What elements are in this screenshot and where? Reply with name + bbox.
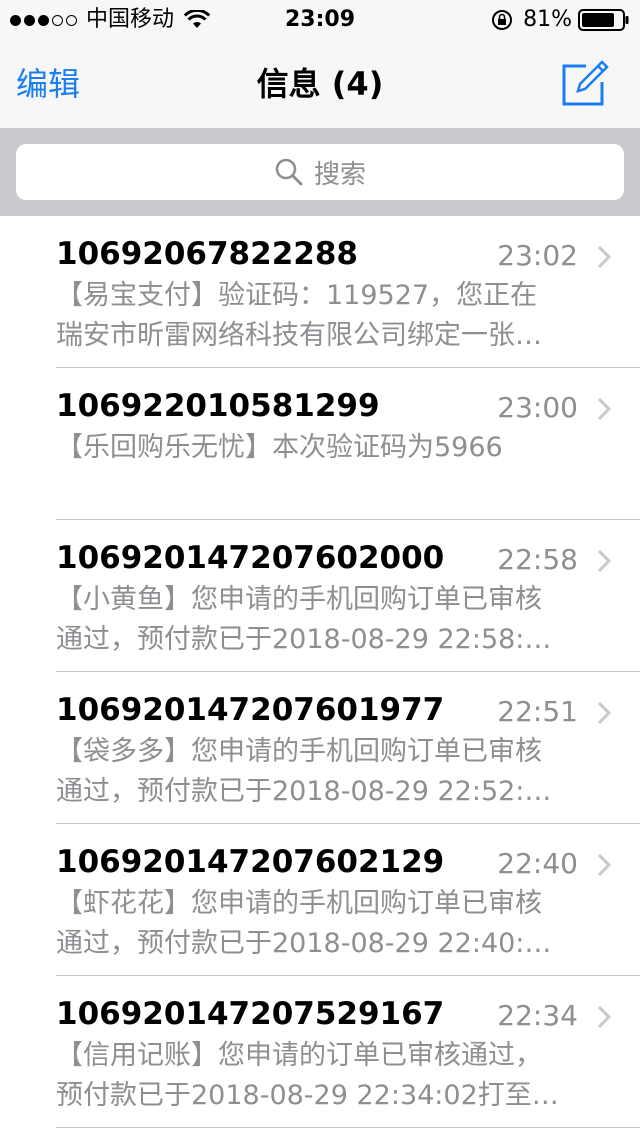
message-preview-line: 通过，预付款已于2018-08-29 22:58:… <box>56 624 552 655</box>
message-preview: 【信用记账】您申请的订单已审核通过， 预付款已于2018-08-29 22:34… <box>56 1036 608 1116</box>
message-preview: 【虾花花】您申请的手机回购订单已审核 通过，预付款已于2018-08-29 22… <box>56 884 608 964</box>
row-separator <box>56 1127 640 1128</box>
page-title: 信息 (4) <box>256 65 384 103</box>
chevron-right-icon <box>597 853 612 877</box>
message-time: 22:51 <box>497 695 578 728</box>
message-preview-line: 【袋多多】您申请的手机回购订单已审核 <box>56 736 542 767</box>
message-sender: 106920147207601977 <box>56 692 445 728</box>
message-preview-line: 【虾花花】您申请的手机回购订单已审核 <box>56 888 542 919</box>
status-bar: 中国移动 23:09 81% <box>0 0 640 40</box>
message-preview-line: 通过，预付款已于2018-08-29 22:40:… <box>56 928 552 959</box>
search-icon <box>275 158 303 186</box>
chevron-right-icon <box>597 397 612 421</box>
message-time: 23:00 <box>497 391 578 424</box>
message-preview-line: 【易宝支付】验证码：119527，您正在 <box>56 280 538 311</box>
message-preview-line: 预付款已于2018-08-29 22:34:02打至… <box>56 1080 559 1111</box>
search-area: 搜索 <box>0 128 640 216</box>
nav-bar: 编辑 信息 (4) <box>0 40 640 128</box>
message-sender: 10692067822288 <box>56 236 358 272</box>
status-right: 81% <box>491 6 630 34</box>
search-input[interactable]: 搜索 <box>16 144 624 200</box>
message-row[interactable]: 106920147207602129 22:40 【虾花花】您申请的手机回购订单… <box>0 824 640 976</box>
message-row[interactable]: 10692067822288 23:02 【易宝支付】验证码：119527，您正… <box>0 216 640 368</box>
message-preview-line: 【乐回购乐无忧】本次验证码为5966 <box>56 432 503 463</box>
message-sender: 106920147207602129 <box>56 844 445 880</box>
message-preview-line: 【信用记账】您申请的订单已审核通过， <box>56 1040 542 1071</box>
search-placeholder: 搜索 <box>313 159 366 190</box>
messages-screen: 中国移动 23:09 81% 编辑 信息 (4) 搜索 106920678222… <box>0 0 640 1136</box>
message-preview: 【易宝支付】验证码：119527，您正在 瑞安市昕雷网络科技有限公司绑定一张… <box>56 276 608 356</box>
message-time: 23:02 <box>497 239 578 272</box>
message-row[interactable]: 106920147207529167 22:34 【信用记账】您申请的订单已审核… <box>0 976 640 1128</box>
message-preview: 【袋多多】您申请的手机回购订单已审核 通过，预付款已于2018-08-29 22… <box>56 732 608 812</box>
message-sender: 106920147207602000 <box>56 540 445 576</box>
message-preview: 【小黄鱼】您申请的手机回购订单已审核 通过，预付款已于2018-08-29 22… <box>56 580 608 660</box>
compose-icon[interactable] <box>560 58 610 108</box>
chevron-right-icon <box>597 245 612 269</box>
message-row[interactable]: 106920147207601977 22:51 【袋多多】您申请的手机回购订单… <box>0 672 640 824</box>
message-preview: 【乐回购乐无忧】本次验证码为5966 <box>56 428 608 468</box>
message-sender: 106920147207529167 <box>56 996 445 1032</box>
message-list: 10692067822288 23:02 【易宝支付】验证码：119527，您正… <box>0 216 640 1128</box>
message-preview-line: 瑞安市昕雷网络科技有限公司绑定一张… <box>56 320 542 351</box>
chevron-right-icon <box>597 549 612 573</box>
message-preview-line: 【小黄鱼】您申请的手机回购订单已审核 <box>56 584 542 615</box>
message-time: 22:34 <box>497 999 578 1032</box>
battery-icon <box>578 9 629 31</box>
message-preview-line: 通过，预付款已于2018-08-29 22:52:… <box>56 776 552 807</box>
rotation-lock-icon <box>492 10 513 30</box>
chevron-right-icon <box>597 701 612 725</box>
message-sender: 106922010581299 <box>56 388 380 424</box>
message-row[interactable]: 106922010581299 23:00 【乐回购乐无忧】本次验证码为5966 <box>0 368 640 520</box>
chevron-right-icon <box>597 1005 612 1029</box>
battery-percent: 81% <box>523 7 572 32</box>
message-time: 22:58 <box>497 543 578 576</box>
message-row[interactable]: 106920147207602000 22:58 【小黄鱼】您申请的手机回购订单… <box>0 520 640 672</box>
message-time: 22:40 <box>497 847 578 880</box>
